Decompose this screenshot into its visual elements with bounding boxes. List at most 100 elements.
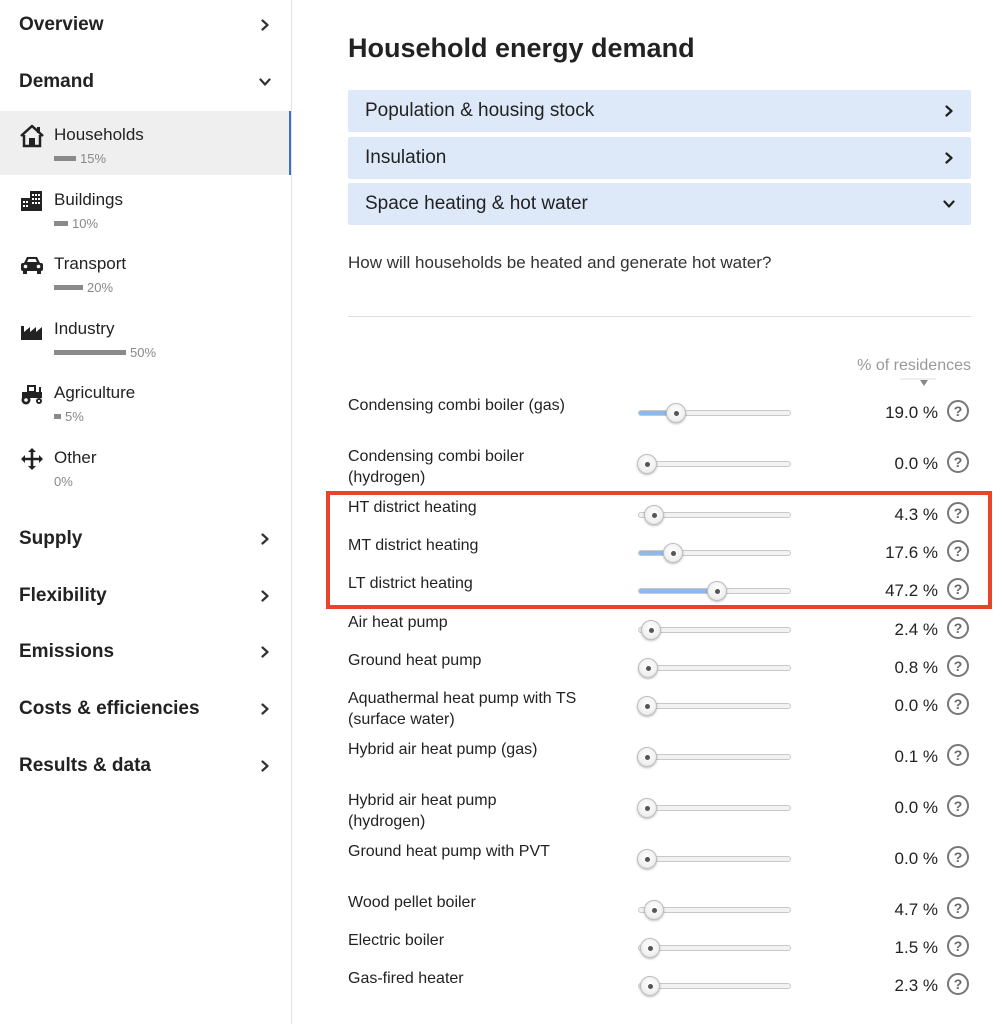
chevron-right-icon [259, 533, 271, 545]
help-icon[interactable]: ? [947, 973, 969, 995]
slider-handle[interactable] [637, 798, 657, 818]
slider-handle[interactable] [637, 696, 657, 716]
accordion-insulation[interactable]: Insulation [348, 137, 971, 179]
sidebar-item-households[interactable]: Households 15% [0, 111, 291, 175]
sidebar-item-buildings[interactable]: Buildings 10% [0, 176, 291, 240]
sidebar: Overview Demand Households 15% Buildings… [0, 0, 292, 1024]
sidebar-section-results-data[interactable]: Results & data [0, 746, 291, 786]
help-icon[interactable]: ? [947, 846, 969, 868]
sidebar-section-label: Results & data [19, 755, 151, 776]
slider-track[interactable] [637, 454, 791, 474]
help-icon[interactable]: ? [947, 744, 969, 766]
slider-track[interactable] [638, 403, 791, 423]
share-bar [54, 285, 83, 290]
slider-label: Hybrid air heat pump (hydrogen) [348, 792, 497, 830]
slider-handle[interactable] [644, 505, 665, 525]
sidebar-section-label: Overview [19, 14, 104, 35]
slider-value: 19.0 % [885, 403, 938, 422]
slider-value: 2.3 % [894, 976, 938, 995]
sidebar-item-other[interactable]: Other 0% [0, 434, 291, 498]
share-percent: 50% [130, 345, 157, 360]
chevron-right-icon [943, 152, 955, 164]
slider-handle[interactable] [639, 976, 660, 996]
slider-handle[interactable] [637, 454, 657, 474]
sidebar-section-emissions[interactable]: Emissions [0, 632, 291, 672]
slider-row: Electric boiler 1.5 %? [348, 930, 971, 972]
slider-handle[interactable] [637, 849, 657, 869]
accordion-population-housing[interactable]: Population & housing stock [348, 90, 971, 132]
help-icon[interactable]: ? [947, 540, 969, 562]
sidebar-item-label: Buildings [54, 190, 123, 209]
slider-handle[interactable] [641, 620, 662, 640]
chevron-right-icon [259, 19, 271, 31]
slider-label: HT district heating [348, 499, 477, 516]
chevron-right-icon [259, 760, 271, 772]
slider-row: Condensing combi boiler (hydrogen) 0.0 %? [348, 446, 971, 488]
slider-track[interactable] [637, 849, 791, 869]
slider-track[interactable] [638, 976, 791, 996]
slider-row: Wood pellet boiler 4.7 %? [348, 892, 971, 934]
slider-handle[interactable] [666, 403, 686, 423]
sidebar-item-industry[interactable]: Industry 50% [0, 305, 291, 369]
slider-label: Ground heat pump [348, 652, 482, 669]
slider-handle[interactable] [637, 747, 657, 767]
accordion-space-heating-hot-water[interactable]: Space heating & hot water [348, 183, 971, 225]
slider-handle[interactable] [644, 900, 665, 920]
share-percent: 20% [87, 280, 114, 295]
help-icon[interactable]: ? [947, 897, 969, 919]
chevron-right-icon [943, 105, 955, 117]
help-icon[interactable]: ? [947, 655, 969, 677]
help-icon[interactable]: ? [947, 795, 969, 817]
slider-value: 0.8 % [894, 658, 938, 677]
slider-track[interactable] [638, 505, 791, 525]
sidebar-item-agriculture[interactable]: Agriculture 5% [0, 369, 291, 433]
sidebar-item-label: Industry [54, 319, 115, 338]
share-percent: 0% [54, 474, 73, 489]
chevron-right-icon [259, 703, 271, 715]
help-icon[interactable]: ? [947, 400, 969, 422]
slider-handle[interactable] [639, 938, 660, 958]
help-icon[interactable]: ? [947, 451, 969, 473]
slider-value: 4.3 % [894, 505, 938, 524]
sidebar-section-overview[interactable]: Overview [0, 5, 291, 45]
sidebar-section-costs-efficiencies[interactable]: Costs & efficiencies [0, 689, 291, 729]
help-icon[interactable]: ? [947, 935, 969, 957]
slider-track[interactable] [638, 581, 791, 601]
share-percent: 5% [65, 409, 84, 424]
slider-track[interactable] [638, 620, 791, 640]
help-icon[interactable]: ? [947, 617, 969, 639]
slider-label: Condensing combi boiler (hydrogen) [348, 448, 525, 486]
slider-handle[interactable] [706, 581, 727, 601]
sidebar-item-transport[interactable]: Transport 20% [0, 240, 291, 304]
slider-fill [639, 589, 717, 593]
help-icon[interactable]: ? [947, 578, 969, 600]
slider-label: Condensing combi boiler (gas) [348, 397, 565, 414]
house-icon [19, 124, 45, 148]
sidebar-item-label: Transport [54, 254, 127, 273]
column-header-residences[interactable]: % of residences [857, 357, 971, 375]
sidebar-section-supply[interactable]: Supply [0, 519, 291, 559]
help-icon[interactable]: ? [947, 502, 969, 524]
sidebar-section-demand[interactable]: Demand [0, 62, 291, 102]
slider-track[interactable] [637, 798, 791, 818]
main-panel: Household energy demand Population & hou… [293, 0, 1002, 1024]
slider-track[interactable] [638, 658, 791, 678]
slider-label: MT district heating [348, 537, 479, 554]
slider-track[interactable] [638, 938, 791, 958]
slider-row: LT district heating 47.2 %? [348, 573, 971, 615]
slider-track[interactable] [637, 747, 791, 767]
help-icon[interactable]: ? [947, 693, 969, 715]
tractor-icon [19, 382, 45, 406]
slider-row: HT district heating 4.3 %? [348, 497, 971, 539]
sidebar-section-flexibility[interactable]: Flexibility [0, 576, 291, 616]
slider-track[interactable] [638, 900, 791, 920]
slider-track[interactable] [638, 543, 791, 563]
section-question: How will households be heated and genera… [348, 253, 772, 272]
slider-track[interactable] [637, 696, 791, 716]
slider-value: 4.7 % [894, 900, 938, 919]
slider-handle[interactable] [638, 658, 659, 678]
slider-value: 0.0 % [894, 798, 938, 817]
slider-handle[interactable] [663, 543, 684, 563]
slider-label: Electric boiler [348, 932, 445, 949]
slider-value: 2.4 % [894, 620, 938, 639]
